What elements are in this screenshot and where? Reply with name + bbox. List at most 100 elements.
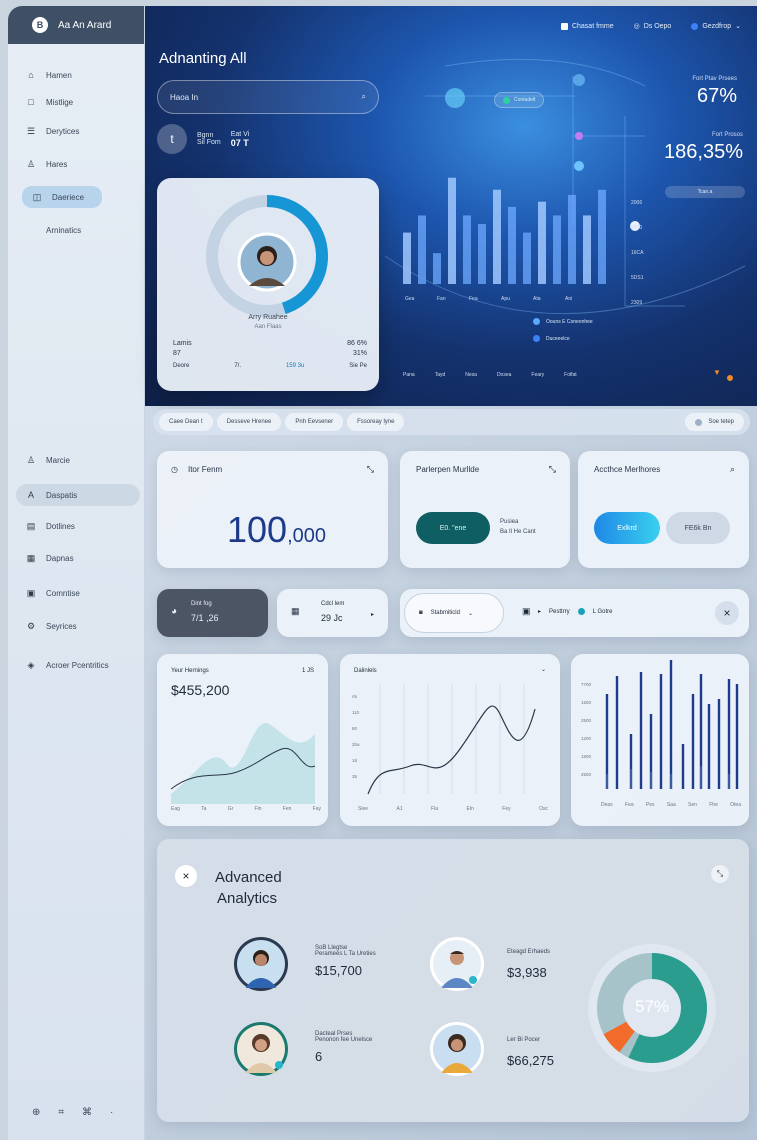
stat-pill-light[interactable]: ▦ Cdcl lem 29 Jc ▸ <box>277 589 388 637</box>
bottom-label: Tayd <box>434 372 446 378</box>
sidebar-item-arninatics[interactable]: Arninatics <box>16 219 140 241</box>
user-icon: ♙ <box>26 159 36 169</box>
topnav-label: Gezdfrop <box>702 22 732 30</box>
avatar <box>430 937 484 991</box>
card-title: Parlerpen Murllde <box>416 465 480 474</box>
hero-bar <box>463 215 471 284</box>
sidebar-item-derytices[interactable]: ☰ Derytices <box>16 120 140 142</box>
filter-chip[interactable]: Desseve Hrenee <box>216 413 282 431</box>
hero-bar-chart: GeaFanFeaApuAtaAni2006250016CA5DS123091S… <box>403 177 644 306</box>
profile-dot-icon <box>691 22 699 30</box>
expand-icon[interactable]: ⤡ <box>711 865 729 883</box>
toolbar-item[interactable]: L Gotre <box>593 609 613 615</box>
calendar-icon[interactable]: ▣ <box>522 606 531 617</box>
more-icon[interactable]: · <box>110 1107 113 1118</box>
toolbar-select[interactable]: ◙ Stabmiticld ⌄ <box>404 593 504 633</box>
person-info: Ler Bi Pocer $66,275 <box>507 1037 554 1068</box>
line-chart <box>367 684 536 795</box>
sidebar-item-label: Derytices <box>46 126 80 136</box>
hero-bar <box>553 215 561 284</box>
filter-settings-button[interactable]: Soe tetep <box>685 413 744 431</box>
toolbar-item[interactable]: Pesttrry <box>549 609 570 615</box>
row-key: 87 <box>173 350 181 357</box>
profile-name: Arry Ruahee <box>248 314 288 321</box>
y-tick: rts <box>352 694 357 699</box>
doc-icon: □ <box>28 97 34 107</box>
advanced-analytics-panel: × Advanced Analytics ⤡ SoB Llegtse Peramee… <box>157 839 749 1122</box>
stat-value: 7/1 ,26 <box>191 613 219 623</box>
bottom-label: Nesa <box>465 372 477 378</box>
command-icon[interactable]: ⌘ <box>82 1107 92 1118</box>
collapse-icon[interactable]: ⤡ <box>549 464 556 475</box>
sidebar-item-comntise[interactable]: ▣ Comntise <box>16 582 140 604</box>
legend-swatch <box>533 335 540 342</box>
sidebar-item-hares[interactable]: ♙ Hares <box>16 153 140 175</box>
sidebar-item-mistlige[interactable]: □ Mistlige <box>16 91 140 113</box>
sidebar-item-daeriece[interactable]: ◫ Daeriece <box>22 186 102 208</box>
stat-pill-dark[interactable]: ◕ Dint fog 7/1 ,26 <box>157 589 268 637</box>
hash-icon[interactable]: ⌗ <box>58 1107 64 1118</box>
grid-icon: ▦ <box>26 553 36 563</box>
camera-icon: ◙ <box>419 610 423 616</box>
search-input[interactable]: Haoa In ⌕ <box>157 80 379 114</box>
hero-legend: Oouns E Coneonhee Duceeelce <box>533 318 593 342</box>
sidebar-item-marcie[interactable]: ♙ Marcie <box>16 449 140 471</box>
status-dot-icon <box>503 96 510 104</box>
topnav-item-3[interactable]: Gezdfrop ⌄ <box>691 22 741 30</box>
x-tick: Apu <box>501 296 510 302</box>
chevron-down-icon[interactable]: ▼ <box>713 368 721 377</box>
stat-label: Cdcl lem <box>321 601 345 607</box>
contact-chip[interactable]: Contadelt <box>494 92 545 108</box>
add-icon[interactable]: ⊕ <box>32 1107 40 1118</box>
x-tick: Gr <box>227 806 234 812</box>
mini-stats: t Bgnn Sil Fom Eat Vi 07 T <box>157 124 249 154</box>
target-icon: ◎ <box>633 23 640 30</box>
x-ticks: Eag Ta Gr Fin Fen Fay <box>171 806 321 812</box>
sidebar-item-label: Comntise <box>46 588 80 598</box>
person-info: Dacteal Prses Penonon fee Unelsce 6 <box>315 1031 372 1064</box>
topnav-item-2[interactable]: ◎ Ds Oepo <box>633 22 672 31</box>
card2-action-button[interactable]: E0. "ene <box>416 512 490 544</box>
circle-icon <box>695 418 703 426</box>
sidebar-item-daspatis[interactable]: A Daspatis <box>16 484 140 506</box>
collapse-icon[interactable]: ⤡ <box>367 464 374 475</box>
hero-stat-percent: Fort Ptav Prsees 67% <box>692 76 737 108</box>
sidebar-item-dotlines[interactable]: ▤ Dotlines <box>16 515 140 537</box>
row-value: Sie Pe <box>349 363 367 369</box>
stat-label: Dint fog <box>191 601 212 607</box>
hero-pill-button[interactable]: Tcan.a <box>665 186 745 198</box>
x-tick: Fla <box>431 806 439 812</box>
avatar <box>234 937 288 991</box>
vertical-bar-chart <box>605 660 739 789</box>
topnav-item-1[interactable]: Chasat fmme <box>560 22 614 30</box>
search-icon[interactable]: ⌕ <box>730 464 735 475</box>
filter-chip[interactable]: Pnh Eevsener <box>285 413 344 431</box>
person-icon: ♙ <box>26 455 36 465</box>
hero-bar <box>403 232 411 284</box>
pie-icon: ◕ <box>171 606 178 617</box>
sidebar-item-dapnas[interactable]: ▦ Dapnas <box>16 547 140 569</box>
x-tick: Osc <box>539 806 548 812</box>
sidebar: B Aa An Arard ⌂ Hamen □ Mistlige ☰ Derytice… <box>8 6 145 1140</box>
search-icon[interactable]: ⌕ <box>362 92 366 102</box>
x-tick: Fea <box>624 802 634 808</box>
card3-secondary-button[interactable]: FE6k Bn <box>666 512 730 544</box>
dot-icon <box>577 608 585 615</box>
close-button[interactable]: × <box>175 865 197 887</box>
filter-chip[interactable]: Caee Dean t <box>159 413 213 431</box>
chip-label: Contadelt <box>514 97 536 103</box>
page-title: Adnanting All <box>159 50 247 67</box>
sidebar-item-seyrices[interactable]: ⚙ Seyrices <box>16 615 140 637</box>
card3-primary-button[interactable]: Exlkrd <box>594 512 660 544</box>
x-tick: Ani <box>565 296 572 302</box>
filter-chip[interactable]: Fssoreay lyne <box>347 413 405 431</box>
sidebar-item-acroer[interactable]: ◈ Acroer Pcentritics <box>16 654 140 676</box>
x-tick: Otea <box>730 802 741 808</box>
close-button[interactable]: × <box>715 601 739 625</box>
hero-stat-label: Fort Ptav Prsees <box>692 76 737 82</box>
sidebar-item-hamen[interactable]: ⌂ Hamen <box>16 64 140 86</box>
stat-value: 29 Jc <box>321 613 343 623</box>
x-tick: Gea <box>405 296 415 302</box>
clock-icon: ◷ <box>171 465 178 474</box>
topnav-label: Chasat fmme <box>571 22 614 30</box>
